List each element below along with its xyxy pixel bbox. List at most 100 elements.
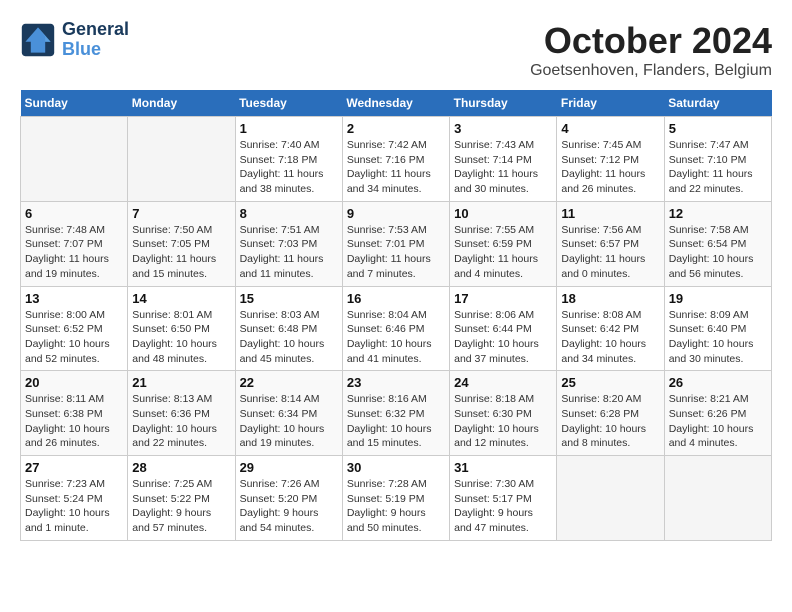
day-number: 9	[347, 206, 445, 221]
calendar-cell: 26 Sunrise: 8:21 AM Sunset: 6:26 PM Dayli…	[664, 371, 771, 456]
day-info: Sunrise: 7:45 AM Sunset: 7:12 PM Dayligh…	[561, 138, 659, 197]
calendar-cell: 7Sunrise: 7:50 AM Sunset: 7:05 PM Daylig…	[128, 201, 235, 286]
day-number: 13	[25, 291, 123, 306]
calendar-cell: 11 Sunrise: 7:56 AM Sunset: 6:57 PM Dayli…	[557, 201, 664, 286]
day-number: 8	[240, 206, 338, 221]
calendar-cell: 29Sunrise: 7:26 AM Sunset: 5:20 PM Dayli…	[235, 456, 342, 541]
day-info: Sunrise: 7:48 AM Sunset: 7:07 PM Dayligh…	[25, 223, 123, 282]
day-number: 11	[561, 206, 659, 221]
logo-line1: General	[62, 20, 129, 40]
day-number: 28	[132, 460, 230, 475]
calendar-cell: 20Sunrise: 8:11 AM Sunset: 6:38 PM Dayli…	[21, 371, 128, 456]
day-number: 22	[240, 375, 338, 390]
day-number: 12	[669, 206, 767, 221]
day-info: Sunrise: 7:53 AM Sunset: 7:01 PM Dayligh…	[347, 223, 445, 282]
day-number: 30	[347, 460, 445, 475]
calendar-cell: 27Sunrise: 7:23 AM Sunset: 5:24 PM Dayli…	[21, 456, 128, 541]
day-number: 20	[25, 375, 123, 390]
week-row-0: 1 Sunrise: 7:40 AM Sunset: 7:18 PM Daylig…	[21, 117, 772, 202]
week-row-2: 13 Sunrise: 8:00 AM Sunset: 6:52 PM Dayli…	[21, 286, 772, 371]
day-number: 24	[454, 375, 552, 390]
day-number: 26	[669, 375, 767, 390]
calendar-cell: 16Sunrise: 8:04 AM Sunset: 6:46 PM Dayli…	[342, 286, 449, 371]
day-info: Sunrise: 8:13 AM Sunset: 6:36 PM Dayligh…	[132, 392, 230, 451]
header-row: SundayMondayTuesdayWednesdayThursdayFrid…	[21, 90, 772, 117]
header-day-monday: Monday	[128, 90, 235, 117]
header-day-wednesday: Wednesday	[342, 90, 449, 117]
calendar-table: SundayMondayTuesdayWednesdayThursdayFrid…	[20, 90, 772, 541]
day-number: 21	[132, 375, 230, 390]
day-info: Sunrise: 7:42 AM Sunset: 7:16 PM Dayligh…	[347, 138, 445, 197]
day-info: Sunrise: 8:14 AM Sunset: 6:34 PM Dayligh…	[240, 392, 338, 451]
calendar-cell: 19Sunrise: 8:09 AM Sunset: 6:40 PM Dayli…	[664, 286, 771, 371]
day-info: Sunrise: 7:40 AM Sunset: 7:18 PM Dayligh…	[240, 138, 338, 197]
header-day-friday: Friday	[557, 90, 664, 117]
day-info: Sunrise: 8:01 AM Sunset: 6:50 PM Dayligh…	[132, 308, 230, 367]
day-info: Sunrise: 8:08 AM Sunset: 6:42 PM Dayligh…	[561, 308, 659, 367]
header-day-saturday: Saturday	[664, 90, 771, 117]
calendar-cell: 21 Sunrise: 8:13 AM Sunset: 6:36 PM Dayli…	[128, 371, 235, 456]
calendar-cell	[21, 117, 128, 202]
day-number: 25	[561, 375, 659, 390]
day-number: 1	[240, 121, 338, 136]
day-info: Sunrise: 8:21 AM Sunset: 6:26 PM Dayligh…	[669, 392, 767, 451]
logo-line2: Blue	[62, 40, 129, 60]
calendar-cell: 28Sunrise: 7:25 AM Sunset: 5:22 PM Dayli…	[128, 456, 235, 541]
day-info: Sunrise: 7:28 AM Sunset: 5:19 PM Dayligh…	[347, 477, 445, 536]
day-number: 18	[561, 291, 659, 306]
calendar-cell: 24 Sunrise: 8:18 AM Sunset: 6:30 PM Dayli…	[450, 371, 557, 456]
day-number: 16	[347, 291, 445, 306]
day-info: Sunrise: 7:58 AM Sunset: 6:54 PM Dayligh…	[669, 223, 767, 282]
calendar-header: SundayMondayTuesdayWednesdayThursdayFrid…	[21, 90, 772, 117]
header-day-sunday: Sunday	[21, 90, 128, 117]
calendar-cell: 5Sunrise: 7:47 AM Sunset: 7:10 PM Daylig…	[664, 117, 771, 202]
day-number: 3	[454, 121, 552, 136]
header-day-tuesday: Tuesday	[235, 90, 342, 117]
calendar-cell: 31Sunrise: 7:30 AM Sunset: 5:17 PM Dayli…	[450, 456, 557, 541]
day-info: Sunrise: 8:16 AM Sunset: 6:32 PM Dayligh…	[347, 392, 445, 451]
day-info: Sunrise: 7:50 AM Sunset: 7:05 PM Dayligh…	[132, 223, 230, 282]
calendar-cell: 17Sunrise: 8:06 AM Sunset: 6:44 PM Dayli…	[450, 286, 557, 371]
day-info: Sunrise: 8:20 AM Sunset: 6:28 PM Dayligh…	[561, 392, 659, 451]
day-info: Sunrise: 7:51 AM Sunset: 7:03 PM Dayligh…	[240, 223, 338, 282]
day-info: Sunrise: 8:00 AM Sunset: 6:52 PM Dayligh…	[25, 308, 123, 367]
day-number: 17	[454, 291, 552, 306]
month-title: October 2024	[530, 20, 772, 62]
calendar-cell: 15Sunrise: 8:03 AM Sunset: 6:48 PM Dayli…	[235, 286, 342, 371]
day-info: Sunrise: 7:47 AM Sunset: 7:10 PM Dayligh…	[669, 138, 767, 197]
calendar-cell: 14 Sunrise: 8:01 AM Sunset: 6:50 PM Dayli…	[128, 286, 235, 371]
calendar-cell: 2 Sunrise: 7:42 AM Sunset: 7:16 PM Daylig…	[342, 117, 449, 202]
header-day-thursday: Thursday	[450, 90, 557, 117]
week-row-1: 6Sunrise: 7:48 AM Sunset: 7:07 PM Daylig…	[21, 201, 772, 286]
calendar-cell: 22 Sunrise: 8:14 AM Sunset: 6:34 PM Dayli…	[235, 371, 342, 456]
day-number: 23	[347, 375, 445, 390]
day-info: Sunrise: 8:09 AM Sunset: 6:40 PM Dayligh…	[669, 308, 767, 367]
day-info: Sunrise: 8:03 AM Sunset: 6:48 PM Dayligh…	[240, 308, 338, 367]
day-info: Sunrise: 7:56 AM Sunset: 6:57 PM Dayligh…	[561, 223, 659, 282]
calendar-cell: 4Sunrise: 7:45 AM Sunset: 7:12 PM Daylig…	[557, 117, 664, 202]
day-number: 14	[132, 291, 230, 306]
day-info: Sunrise: 7:30 AM Sunset: 5:17 PM Dayligh…	[454, 477, 552, 536]
day-info: Sunrise: 7:23 AM Sunset: 5:24 PM Dayligh…	[25, 477, 123, 536]
calendar-cell: 8 Sunrise: 7:51 AM Sunset: 7:03 PM Daylig…	[235, 201, 342, 286]
calendar-cell	[128, 117, 235, 202]
calendar-cell: 1 Sunrise: 7:40 AM Sunset: 7:18 PM Daylig…	[235, 117, 342, 202]
calendar-cell: 9 Sunrise: 7:53 AM Sunset: 7:01 PM Daylig…	[342, 201, 449, 286]
calendar-cell: 25 Sunrise: 8:20 AM Sunset: 6:28 PM Dayli…	[557, 371, 664, 456]
day-info: Sunrise: 8:18 AM Sunset: 6:30 PM Dayligh…	[454, 392, 552, 451]
logo-text: General Blue	[62, 20, 129, 60]
logo: General Blue	[20, 20, 129, 60]
calendar-cell: 23 Sunrise: 8:16 AM Sunset: 6:32 PM Dayli…	[342, 371, 449, 456]
calendar-cell: 13 Sunrise: 8:00 AM Sunset: 6:52 PM Dayli…	[21, 286, 128, 371]
location-title: Goetsenhoven, Flanders, Belgium	[530, 62, 772, 80]
week-row-3: 20Sunrise: 8:11 AM Sunset: 6:38 PM Dayli…	[21, 371, 772, 456]
calendar-cell: 3 Sunrise: 7:43 AM Sunset: 7:14 PM Daylig…	[450, 117, 557, 202]
title-area: October 2024 Goetsenhoven, Flanders, Bel…	[530, 20, 772, 80]
day-number: 10	[454, 206, 552, 221]
logo-icon	[20, 22, 56, 58]
day-number: 2	[347, 121, 445, 136]
calendar-cell: 12 Sunrise: 7:58 AM Sunset: 6:54 PM Dayli…	[664, 201, 771, 286]
day-info: Sunrise: 7:43 AM Sunset: 7:14 PM Dayligh…	[454, 138, 552, 197]
calendar-cell: 30 Sunrise: 7:28 AM Sunset: 5:19 PM Dayli…	[342, 456, 449, 541]
day-info: Sunrise: 7:26 AM Sunset: 5:20 PM Dayligh…	[240, 477, 338, 536]
